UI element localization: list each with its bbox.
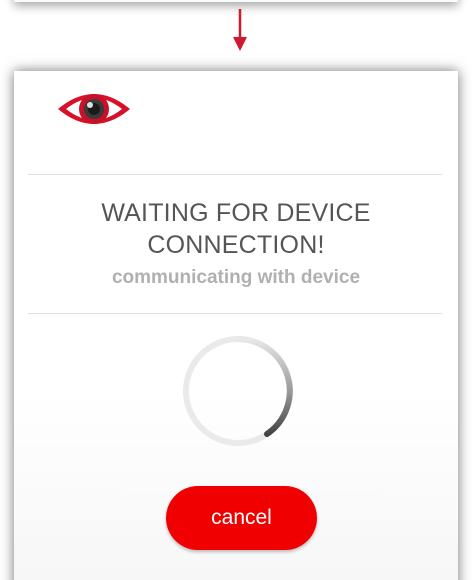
down-arrow-icon (233, 9, 247, 51)
cancel-button[interactable]: cancel (166, 486, 317, 550)
dialog-subtitle: communicating with device (111, 267, 361, 288)
middle-divider (28, 313, 442, 314)
loading-spinner-icon (183, 336, 293, 446)
top-divider (28, 174, 442, 175)
eye-icon (58, 94, 130, 124)
dialog-title: WAITING FOR DEVICE CONNECTION! (101, 199, 371, 259)
screen: WAITING FOR DEVICE CONNECTION! communica… (0, 0, 472, 580)
background-panel-edge (14, 0, 458, 2)
connection-dialog: WAITING FOR DEVICE CONNECTION! communica… (14, 71, 458, 580)
